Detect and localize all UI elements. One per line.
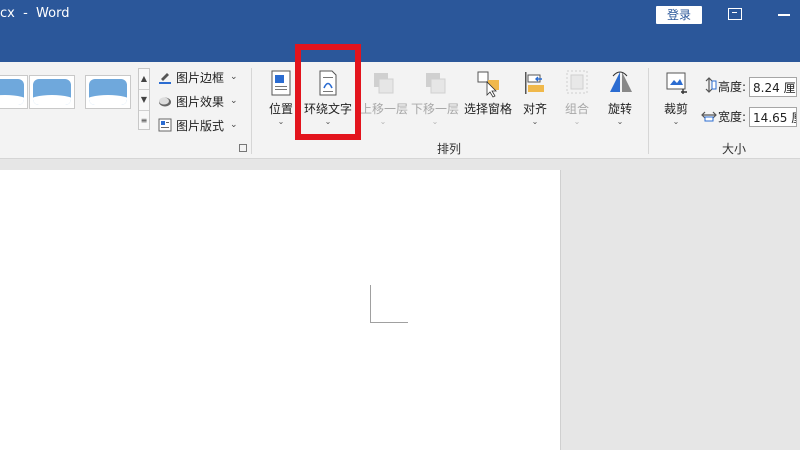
width-icon <box>700 106 718 127</box>
height-row: 高度: 8.24 厘米 <box>700 76 798 97</box>
rotate-label: 旋转 <box>607 102 632 116</box>
send-backward-icon <box>422 68 448 98</box>
group-objects-button[interactable]: 组合 ⌄ <box>560 68 594 138</box>
group-separator <box>251 68 252 154</box>
selection-pane-icon <box>475 68 501 98</box>
layout-icon <box>158 118 172 132</box>
ribbon: ▲ ▼ ≡ 图片边框 ⌄ 图片效果 ⌄ 图片版式 ⌄ 位置 ⌄ 环绕文字 ⌄ 上… <box>0 62 800 159</box>
picture-layout-button[interactable]: 图片版式 ⌄ <box>158 115 238 135</box>
scroll-up-icon[interactable]: ▲ <box>139 69 149 90</box>
wrap-text-highlight-box <box>295 44 361 140</box>
align-label: 对齐 <box>522 102 547 116</box>
height-icon <box>700 76 718 97</box>
size-group-label: 大小 <box>722 142 747 156</box>
pen-icon <box>158 70 172 84</box>
bring-forward-button[interactable]: 上移一层 ⌄ <box>360 68 409 138</box>
picture-effects-button[interactable]: 图片效果 ⌄ <box>158 91 238 111</box>
position-icon <box>268 68 294 98</box>
group-icon <box>564 68 590 98</box>
rotate-icon <box>607 68 633 98</box>
minimize-icon[interactable] <box>778 14 790 16</box>
picture-effects-label: 图片效果 <box>176 94 225 109</box>
arrange-group-label: 排列 <box>437 142 462 156</box>
picture-border-button[interactable]: 图片边框 ⌄ <box>158 67 238 87</box>
scroll-down-icon[interactable]: ▼ <box>139 90 149 111</box>
group-separator <box>648 68 649 154</box>
crop-icon <box>663 68 689 98</box>
position-label: 位置 <box>268 102 293 116</box>
group-objects-label: 组合 <box>564 102 589 116</box>
document-page[interactable] <box>0 170 561 450</box>
align-icon <box>522 68 548 98</box>
crop-button[interactable]: 裁剪 ⌄ <box>658 68 694 138</box>
send-backward-label: 下移一层 <box>410 102 459 116</box>
ribbon-display-options-icon[interactable] <box>728 8 742 20</box>
selection-pane-button[interactable]: 选择窗格 <box>462 68 514 138</box>
picture-style-thumb-3[interactable] <box>85 75 131 109</box>
position-button[interactable]: 位置 ⌄ <box>264 68 298 138</box>
bring-forward-icon <box>370 68 396 98</box>
title-bar: cx - Word 登录 <box>0 0 800 62</box>
gallery-scroll[interactable]: ▲ ▼ ≡ <box>138 68 150 130</box>
bring-forward-label: 上移一层 <box>360 102 409 116</box>
selection-pane-label: 选择窗格 <box>463 102 512 116</box>
height-label: 高度: <box>718 80 747 94</box>
window-title: cx - Word <box>0 6 70 21</box>
picture-layout-label: 图片版式 <box>176 118 225 133</box>
picture-border-label: 图片边框 <box>176 70 225 85</box>
align-button[interactable]: 对齐 ⌄ <box>518 68 552 138</box>
width-label: 宽度: <box>718 110 747 124</box>
gallery-more-icon[interactable]: ≡ <box>139 111 149 131</box>
width-input[interactable]: 14.65 厘米 <box>749 106 798 127</box>
margin-corner-mark <box>370 285 408 323</box>
width-row: 宽度: 14.65 厘米 <box>700 106 798 127</box>
effects-icon <box>158 94 172 108</box>
picture-style-thumb-2[interactable] <box>29 75 75 109</box>
dialog-launcher-icon[interactable] <box>239 144 247 152</box>
picture-style-thumb-1[interactable] <box>0 75 28 109</box>
send-backward-button[interactable]: 下移一层 ⌄ <box>410 68 460 138</box>
height-input[interactable]: 8.24 厘米 <box>749 76 798 97</box>
rotate-button[interactable]: 旋转 ⌄ <box>602 68 638 138</box>
crop-label: 裁剪 <box>663 102 688 116</box>
login-button[interactable]: 登录 <box>656 6 702 24</box>
